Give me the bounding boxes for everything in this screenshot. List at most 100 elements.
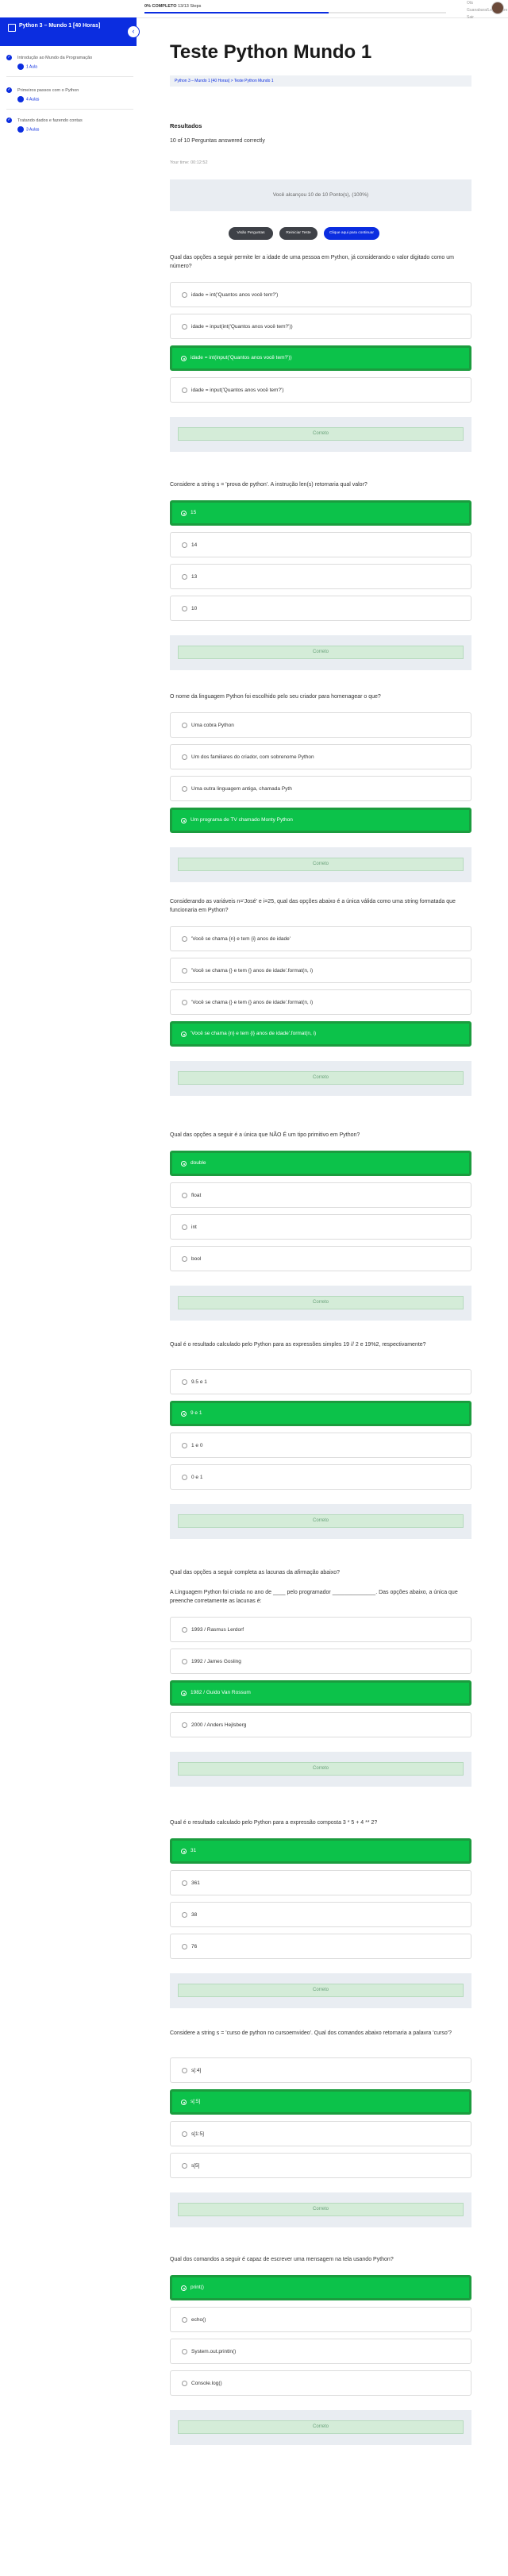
radio-icon[interactable] [182,2349,187,2354]
radio-icon[interactable] [182,786,187,792]
radio-icon[interactable] [181,1691,187,1696]
answer-option[interactable]: 361 [170,1870,471,1895]
radio-icon[interactable] [182,1224,187,1230]
sidebar-collapse-icon[interactable]: ‹ [127,25,140,38]
answer-option-correct[interactable]: 15 [170,500,471,526]
answer-option[interactable]: Console.log() [170,2370,471,2396]
radio-icon[interactable] [181,1032,187,1037]
answer-label: s[1:5] [191,2131,204,2137]
answer-option[interactable]: 2000 / Anders Hejlsberg [170,1712,471,1737]
radio-icon[interactable] [182,968,187,974]
radio-icon[interactable] [182,1193,187,1198]
answer-option-correct[interactable]: Um programa de TV chamado Monty Python [170,808,471,833]
radio-icon[interactable] [181,511,187,516]
answer-option[interactable]: System.out.println() [170,2339,471,2364]
radio-icon[interactable] [182,2068,187,2073]
radio-icon[interactable] [181,1161,187,1167]
radio-icon[interactable] [182,292,187,298]
answer-option-correct[interactable]: idade = int(input('Quantos anos você tem… [170,345,471,371]
answer-option[interactable]: 'Você se chama {} e tem {} anos de idade… [170,958,471,983]
lesson-title[interactable]: Tratando dados e fazendo contas [6,118,133,124]
radio-icon[interactable] [182,1475,187,1480]
answer-option[interactable]: Uma outra linguagem antiga, chamada Pyth [170,776,471,801]
answer-label: 361 [191,1880,200,1886]
radio-icon[interactable] [182,936,187,942]
radio-icon[interactable] [182,606,187,611]
avatar[interactable] [491,2,504,14]
course-title[interactable]: Python 3 – Mundo 1 [40 Horas] [19,22,106,30]
answer-option[interactable]: s[5] [170,2153,471,2178]
radio-icon[interactable] [182,1722,187,1728]
radio-icon[interactable] [182,574,187,580]
radio-icon[interactable] [182,1000,187,1005]
answer-option[interactable]: s[:4] [170,2057,471,2083]
answer-option[interactable]: 'Você se chama {} e tem {} anos de idade… [170,989,471,1015]
radio-icon[interactable] [182,754,187,760]
radio-icon[interactable] [182,2317,187,2323]
radio-icon[interactable] [182,1379,187,1385]
radio-icon[interactable] [182,1443,187,1448]
radio-icon[interactable] [182,2131,187,2137]
answer-option[interactable]: 1 e 0 [170,1433,471,1458]
answer-option[interactable]: idade = int('Quantos anos você tem?') [170,282,471,307]
radio-icon[interactable] [182,388,187,393]
answer-option[interactable]: s[1:5] [170,2121,471,2146]
radio-icon[interactable] [182,1659,187,1664]
answer-option[interactable]: 14 [170,532,471,557]
answer-option-correct[interactable]: double [170,1151,471,1176]
answer-option[interactable]: 13 [170,564,471,589]
sidebar-item-lesson-1[interactable]: ✓ Introdução ao Mundo da Programação 1 A… [6,55,133,70]
lesson-title[interactable]: Introdução ao Mundo da Programação [6,55,133,61]
radio-icon[interactable] [182,1256,187,1262]
answer-option[interactable]: 1993 / Rasmus Lerdorf [170,1617,471,1642]
radio-icon[interactable] [182,1912,187,1918]
answer-option[interactable]: 1992 / James Gosling [170,1649,471,1674]
answer-option[interactable]: 0 e 1 [170,1464,471,1490]
answer-option[interactable]: 9.5 e 1 [170,1369,471,1394]
radio-icon[interactable] [181,2285,187,2291]
answer-option-correct[interactable]: print() [170,2275,471,2300]
answer-option[interactable]: Um dos familiares do criador, com sobren… [170,744,471,769]
radio-icon[interactable] [182,542,187,548]
radio-icon[interactable] [182,324,187,330]
answer-option[interactable]: 10 [170,596,471,621]
answer-option-correct[interactable]: 'Você se chama {n} e tem {i} anos de ida… [170,1021,471,1047]
radio-icon[interactable] [181,818,187,823]
radio-icon[interactable] [181,356,187,361]
view-questions-button[interactable]: Visão Perguntas [229,227,273,240]
restart-quiz-button[interactable]: Reiniciar Teste [279,227,318,240]
answer-option-correct[interactable]: 9 e 1 [170,1401,471,1426]
sidebar-item-lesson-3[interactable]: ✓ Tratando dados e fazendo contas 3 Aula… [6,118,133,133]
answer-option[interactable]: bool [170,1246,471,1271]
radio-icon[interactable] [182,2163,187,2169]
lesson-title[interactable]: Primeiros passos com o Python [6,87,133,94]
answer-option[interactable]: int [170,1214,471,1240]
answer-option[interactable]: idade = input('Quantos anos você tem?') [170,377,471,403]
sidebar-item-lesson-2[interactable]: ✓ Primeiros passos com o Python 4 Aulas [6,87,133,102]
continue-button[interactable]: Clique aqui para continuar [324,227,379,240]
radio-icon[interactable] [182,1627,187,1633]
answer-option-correct[interactable]: 31 [170,1838,471,1864]
answer-option[interactable]: Uma cobra Python [170,712,471,738]
answer-label: bool [191,1256,202,1262]
answer-option-correct[interactable]: 1982 / Guido Van Rossum [170,1680,471,1706]
breadcrumb[interactable]: Python 3 – Mundo 1 [40 Horas] > Teste Py… [170,75,471,87]
radio-icon[interactable] [182,2381,187,2386]
divider [6,109,133,110]
answer-option[interactable]: idade = input(int('Quantos anos você tem… [170,314,471,339]
answer-label: 0 e 1 [191,1475,203,1480]
radio-icon[interactable] [182,723,187,728]
answer-option[interactable]: echo() [170,2307,471,2332]
radio-icon[interactable] [181,1411,187,1417]
course-header[interactable]: Python 3 – Mundo 1 [40 Horas] ‹ [0,17,140,46]
radio-icon[interactable] [181,2100,187,2105]
radio-icon[interactable] [181,1849,187,1854]
logout-link[interactable]: Sair [467,14,507,21]
answer-option[interactable]: 'Você se chama {n} e tem {i} anos de ida… [170,926,471,951]
radio-icon[interactable] [182,1880,187,1886]
answer-option[interactable]: float [170,1182,471,1208]
answer-option-correct[interactable]: s[:5] [170,2089,471,2115]
radio-icon[interactable] [182,1944,187,1949]
answer-option[interactable]: 38 [170,1902,471,1927]
answer-option[interactable]: 76 [170,1934,471,1959]
